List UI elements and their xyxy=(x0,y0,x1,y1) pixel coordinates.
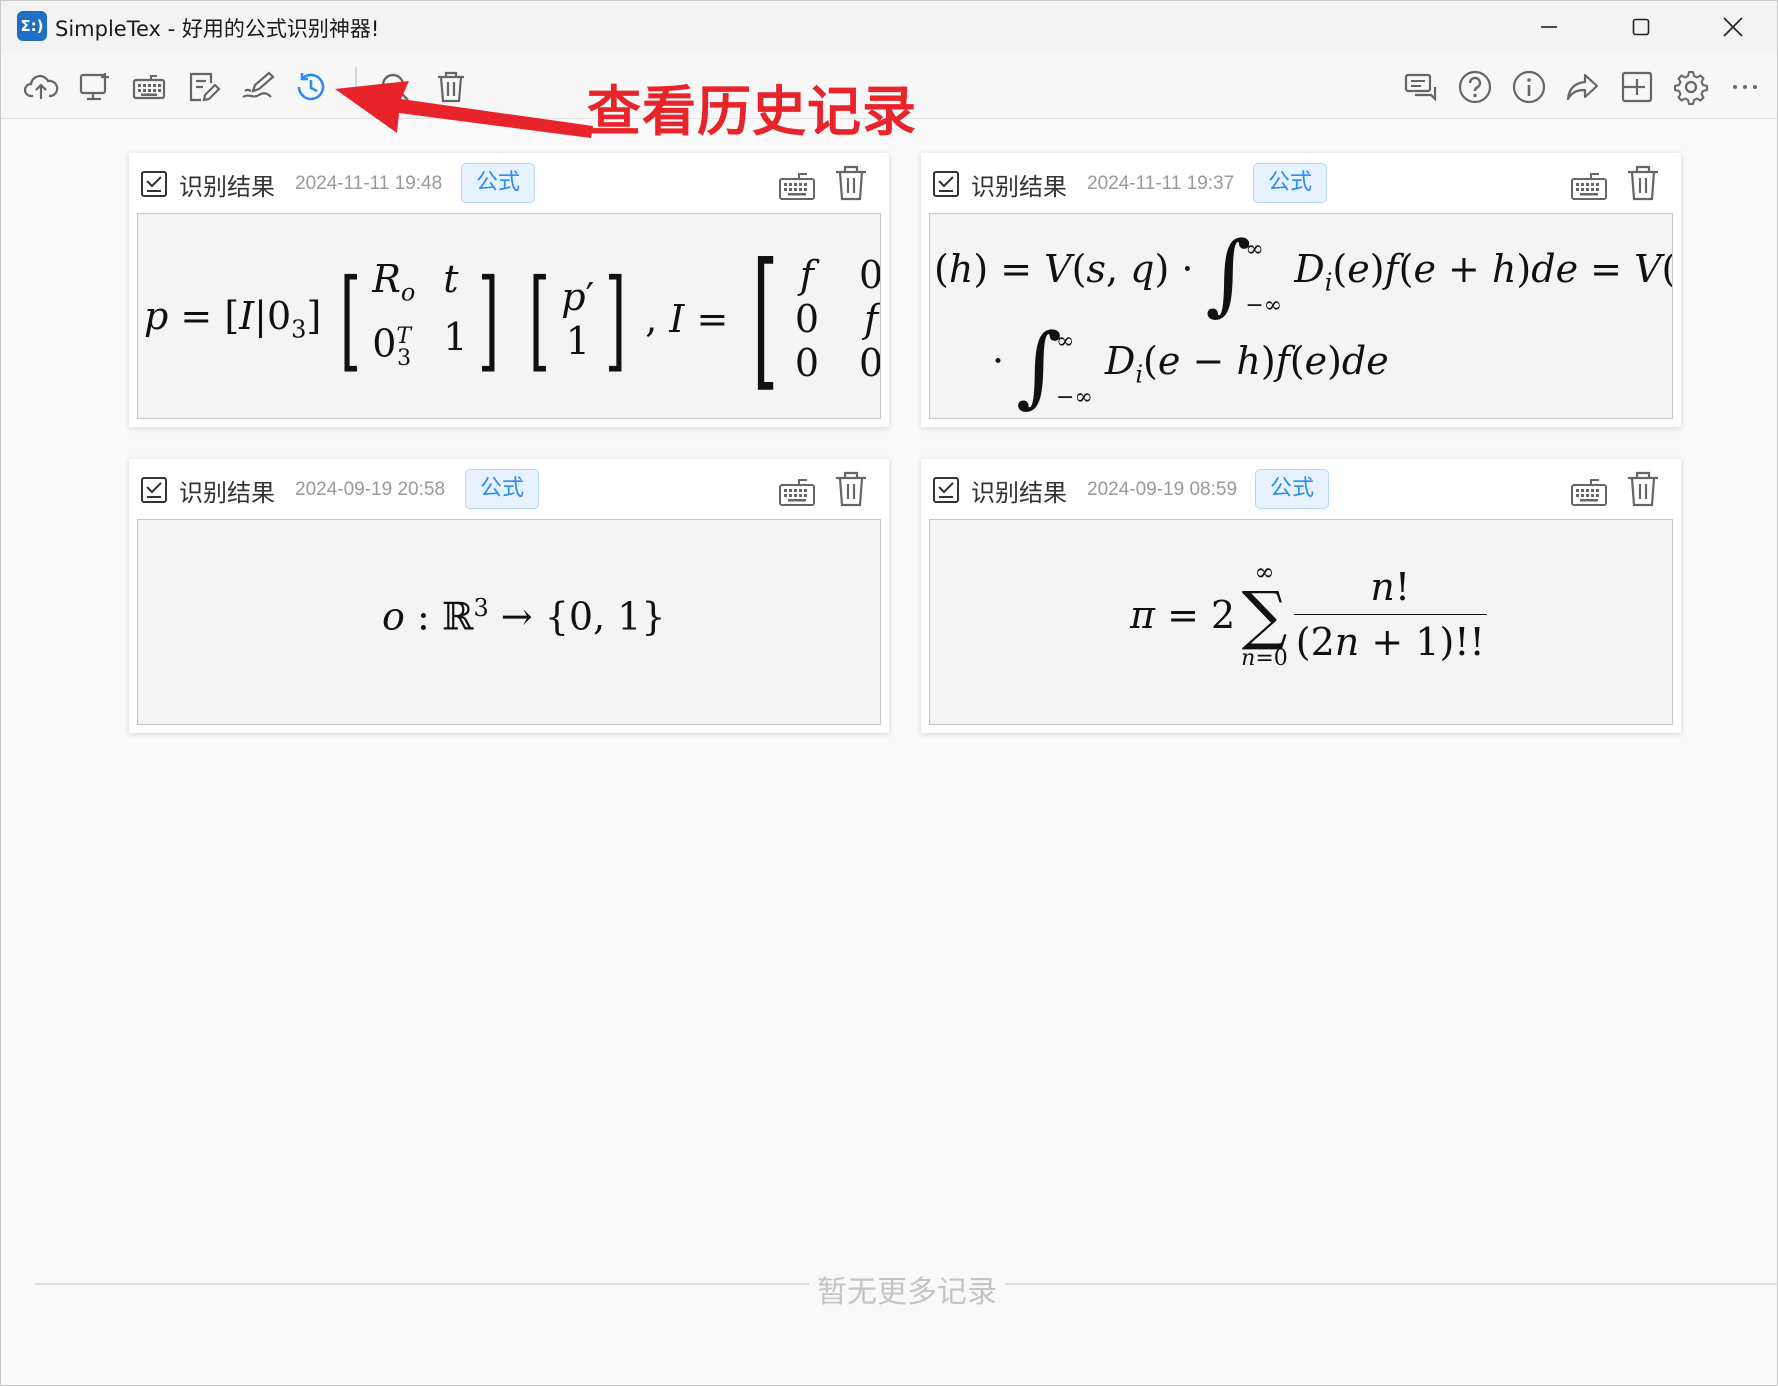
delete-icon[interactable] xyxy=(1623,469,1663,509)
help-icon xyxy=(1458,70,1492,104)
handwriting-icon xyxy=(242,71,275,98)
checkbox-icon[interactable] xyxy=(139,169,169,199)
record-header: 识别结果 2024-09-19 20:58 公式 xyxy=(129,459,889,519)
app-logo: Σ:) xyxy=(17,11,47,41)
more-icon xyxy=(1733,85,1757,89)
formula-display: π = 2 ∞ ∑ n=0 n! (2n + 1)!! xyxy=(1130,558,1487,671)
screenshot-button[interactable] xyxy=(73,65,117,109)
record-time: 2024-11-11 19:48 xyxy=(295,173,443,194)
window-title: SimpleTex - 好用的公式识别神器! xyxy=(55,17,380,41)
record-title: 识别结果 xyxy=(971,479,1067,507)
record-time: 2024-11-11 19:37 xyxy=(1087,173,1235,194)
keyboard-icon xyxy=(132,75,166,100)
formula-display-line-2: · ∫ ∞ −∞ Di(e − h)f(e)de xyxy=(992,314,1389,417)
record-type-tag[interactable]: 公式 xyxy=(465,469,540,509)
add-panel-icon xyxy=(1621,71,1653,103)
keyboard-icon[interactable] xyxy=(777,165,817,205)
record-card[interactable]: 识别结果 2024-09-19 08:59 公式 π = 2 ∞ ∑ n=0 n… xyxy=(921,459,1681,733)
keyboard-button[interactable] xyxy=(127,65,171,109)
title-bar: Σ:) SimpleTex - 好用的公式识别神器! xyxy=(1,1,1777,53)
record-title: 识别结果 xyxy=(971,173,1067,201)
settings-icon xyxy=(1674,71,1708,105)
record-header: 识别结果 2024-09-19 08:59 公式 xyxy=(921,459,1681,519)
more-button[interactable] xyxy=(1723,65,1767,109)
record-title: 识别结果 xyxy=(179,173,275,201)
annotation-arrow xyxy=(335,81,593,138)
formula-preview[interactable]: π = 2 ∞ ∑ n=0 n! (2n + 1)!! xyxy=(929,519,1673,725)
annotation-label: 查看历史记录 xyxy=(587,80,917,143)
maximize-icon xyxy=(1632,18,1650,36)
maximize-button[interactable] xyxy=(1595,1,1687,53)
upload-cloud-icon xyxy=(23,74,59,99)
checkbox-icon[interactable] xyxy=(139,475,169,505)
settings-button[interactable] xyxy=(1669,65,1713,109)
formula-display: o : ℝ3 → {0, 1} xyxy=(382,594,666,639)
close-icon xyxy=(1723,17,1743,37)
record-time: 2024-09-19 08:59 xyxy=(1087,479,1238,500)
record-card[interactable]: 识别结果 2024-09-19 20:58 公式 o : ℝ3 → {0, 1} xyxy=(129,459,889,733)
delete-icon[interactable] xyxy=(831,469,871,509)
checkbox-icon[interactable] xyxy=(931,475,961,505)
keyboard-icon[interactable] xyxy=(1569,165,1609,205)
edit-document-icon xyxy=(189,72,221,102)
close-button[interactable] xyxy=(1687,1,1778,53)
share-button[interactable] xyxy=(1561,65,1605,109)
keyboard-icon[interactable] xyxy=(1569,471,1609,511)
record-type-tag[interactable]: 公式 xyxy=(1255,469,1330,509)
share-icon xyxy=(1566,73,1599,101)
edit-document-button[interactable] xyxy=(181,65,225,109)
formula-preview[interactable]: o : ℝ3 → {0, 1} xyxy=(137,519,881,725)
formula-preview[interactable]: (h) = V(s, q) · ∫ ∞ −∞ Di(e)f(e + h)de = V… xyxy=(929,213,1673,419)
minimize-button[interactable] xyxy=(1503,1,1595,53)
delete-icon[interactable] xyxy=(831,163,871,203)
info-icon xyxy=(1512,70,1546,104)
record-card[interactable]: 识别结果 2024-11-11 19:37 公式 (h) = V(s, q) ·… xyxy=(921,153,1681,427)
handwriting-button[interactable] xyxy=(235,65,279,109)
record-type-tag[interactable]: 公式 xyxy=(461,163,536,203)
feedback-button[interactable] xyxy=(1399,65,1443,109)
minimize-icon xyxy=(1541,26,1557,28)
record-card[interactable]: 识别结果 2024-11-11 19:48 公式 p = [I|03] [Ro t… xyxy=(129,153,889,427)
formula-preview[interactable]: p = [I|03] [Rot0T31] [p′1] , I = [f000f0… xyxy=(137,213,881,419)
record-header: 识别结果 2024-11-11 19:48 公式 xyxy=(129,153,889,213)
record-time: 2024-09-19 20:58 xyxy=(295,479,446,500)
record-type-tag[interactable]: 公式 xyxy=(1253,163,1328,203)
feedback-icon xyxy=(1404,73,1437,102)
help-button[interactable] xyxy=(1453,65,1497,109)
history-button[interactable] xyxy=(289,65,333,109)
formula-display: p = [I|03] [Rot0T31] [p′1] , I = [f000f0… xyxy=(144,232,881,406)
history-icon xyxy=(297,73,325,101)
info-button[interactable] xyxy=(1507,65,1551,109)
keyboard-icon[interactable] xyxy=(777,471,817,511)
record-header: 识别结果 2024-11-11 19:37 公式 xyxy=(921,153,1681,213)
no-more-records-label: 暂无更多记录 xyxy=(809,1267,1005,1311)
upload-cloud-button[interactable] xyxy=(19,65,63,109)
add-panel-button[interactable] xyxy=(1615,65,1659,109)
record-title: 识别结果 xyxy=(179,479,275,507)
delete-icon[interactable] xyxy=(1623,163,1663,203)
screenshot-icon xyxy=(79,73,109,101)
checkbox-icon[interactable] xyxy=(931,169,961,199)
app-window: Σ:) SimpleTex - 好用的公式识别神器! 查看历史记录 识别结果 2… xyxy=(0,0,1778,1386)
